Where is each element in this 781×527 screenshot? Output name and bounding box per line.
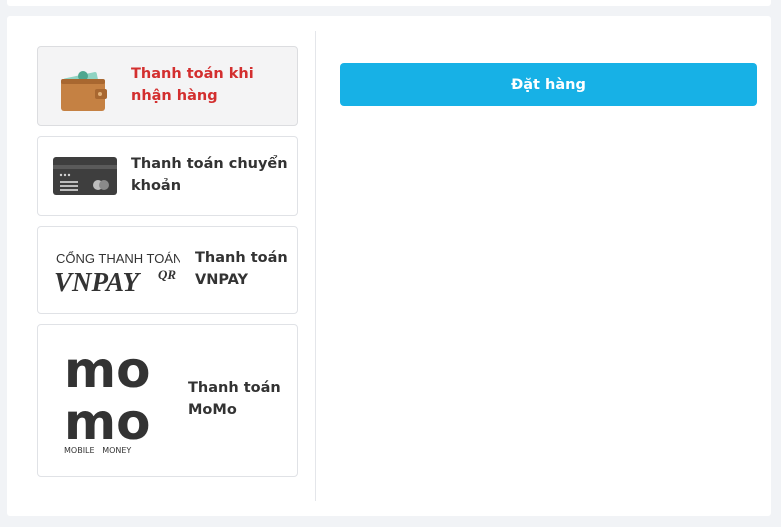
payment-method-label: Thanh toán VNPAY [195,250,288,288]
checkout-card: Thanh toán khi nhận hàng Thanh toán chuy… [7,16,771,516]
momo-logo-caption: MOBILE MONEY [64,446,131,455]
momo-logo-line-1: mo [64,343,150,399]
top-panel-edge [7,0,771,6]
payment-method-label: Thanh toán chuyển khoản [131,156,288,194]
payment-method-label: Thanh toán MoMo [188,380,281,418]
vnpay-logo: CỔNG THANH TOÁN VNPAY QR [54,251,180,295]
wallet-icon [61,71,107,111]
vnpay-logo-top-text: CỔNG THANH TOÁN [56,251,180,266]
payment-method-label: Thanh toán khi nhận hàng [131,66,254,104]
payment-method-cod[interactable]: Thanh toán khi nhận hàng [37,46,298,126]
bank-card-icon [53,157,117,195]
momo-logo: mo mo MOBILE MONEY [64,343,150,455]
momo-logo-line-2: mo [64,393,150,451]
payment-method-bank-transfer[interactable]: Thanh toán chuyển khoản [37,136,298,216]
payment-method-momo[interactable]: mo mo MOBILE MONEY Thanh toán MoMo [37,324,298,477]
vnpay-logo-qr-text: QR [158,267,176,282]
column-divider [315,31,316,501]
place-order-button[interactable]: Đặt hàng [340,63,757,106]
vnpay-logo-main-text: VNPAY [54,267,142,295]
payment-method-vnpay[interactable]: CỔNG THANH TOÁN VNPAY QR Thanh toán VNPA… [37,226,298,314]
